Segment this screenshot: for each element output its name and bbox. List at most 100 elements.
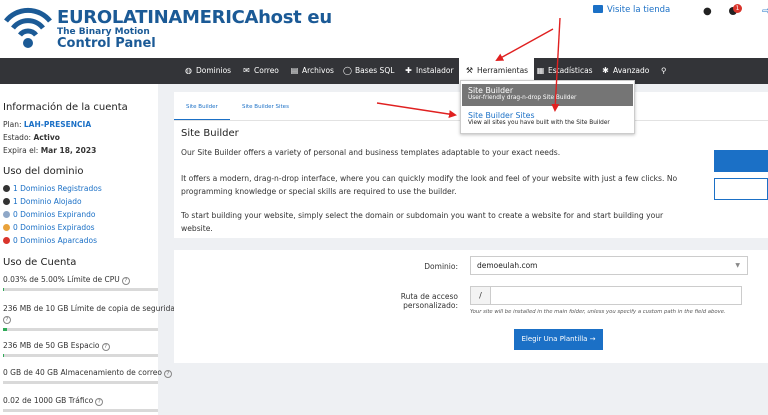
dropdown-item-title: Site Builder [468, 86, 514, 95]
nav-item-dominios[interactable]: ◍ Dominios [184, 58, 231, 84]
tools-dropdown-menu: Site Builder User-friendly drag-n-drop S… [460, 80, 635, 134]
tab-site-builder-sites[interactable]: Site Builder Sites [230, 92, 301, 119]
domains-expired-link[interactable]: 0 Dominios Expirados [3, 223, 95, 232]
page-title: Site Builder [181, 128, 239, 139]
nav-item-correo[interactable]: ✉ Correo [242, 58, 279, 84]
help-icon[interactable]: ? [163, 370, 172, 378]
path-label: Ruta de acceso personalizado: [400, 292, 458, 310]
usage-backup-bar [3, 328, 158, 331]
path-hint: Your site will be installed in the main … [470, 309, 726, 315]
visit-store-link[interactable]: Visite la tienda [593, 5, 670, 15]
domain-stat: 0 Dominios Aparcados [13, 236, 98, 245]
side-button-primary[interactable] [714, 150, 768, 172]
nav-label: Instalador [416, 66, 454, 75]
usage-heading: Uso de Cuenta [3, 257, 77, 268]
status-value: Activo [33, 133, 60, 142]
expiry-label: Expira el: [3, 146, 39, 155]
site-builder-form: Dominio: demoeulah.com ▼ Ruta de acceso … [174, 250, 768, 363]
database-icon: ◯ [343, 66, 352, 75]
nav-label: Dominios [196, 66, 232, 75]
bell-icon[interactable]: ● [703, 6, 712, 17]
dropdown-item-site-builder-sites[interactable]: Site Builder Sites View all sites you ha… [462, 109, 633, 131]
domains-expiring-link[interactable]: 0 Dominios Expirando [3, 210, 95, 219]
usage-traffic: 0.02 de 1000 GB Tráfico? [3, 396, 104, 406]
usage-bar-fill [3, 328, 7, 331]
help-icon[interactable]: ? [3, 316, 11, 324]
nav-item-bases-sql[interactable]: ◯ Bases SQL [343, 58, 394, 84]
globe-icon [3, 237, 10, 244]
help-icon[interactable]: ? [101, 343, 110, 351]
store-icon [593, 5, 603, 13]
search-icon[interactable]: ⚲ [661, 58, 667, 84]
brand-product: Control Panel [57, 36, 156, 51]
status-label: Estado: [3, 133, 32, 142]
domain-select[interactable]: demoeulah.com ▼ [470, 256, 748, 275]
features-paragraph: It offers a modern, drag-n-drop interfac… [181, 174, 678, 196]
domain-stat: 0 Dominios Expirando [13, 210, 96, 219]
usage-backup-help: ? [3, 314, 11, 324]
help-icon[interactable]: ? [121, 277, 130, 285]
usage-bar-fill [3, 354, 4, 357]
usage-traffic-bar [3, 409, 158, 412]
domain-stat: 0 Dominios Expirados [13, 223, 95, 232]
globe-icon: ◍ [185, 66, 192, 75]
domains-parked-link[interactable]: 0 Dominios Aparcados [3, 236, 97, 245]
dropdown-item-site-builder[interactable]: Site Builder User-friendly drag-n-drop S… [462, 84, 633, 106]
sidebar: Información de la cuenta Plan: LAH-PRESE… [0, 84, 180, 415]
brand-name: EUROLATINAMERICAhost eu [57, 7, 332, 28]
usage-label: 0.02 de 1000 GB Tráfico [3, 396, 94, 405]
domain-label: Dominio: [424, 262, 458, 271]
usage-label: 0 GB de 40 GB Almacenamiento de correo [3, 368, 162, 377]
nav-label: Herramientas [477, 66, 529, 75]
nav-label: Archivos [302, 66, 334, 75]
globe-icon [3, 185, 10, 192]
usage-label: 236 MB de 50 GB Espacio [3, 341, 100, 350]
main-nav: ◍ Dominios ✉ Correo ▤ Archivos ◯ Bases SQL ✚… [0, 58, 768, 84]
logout-icon[interactable]: ⇨ [762, 6, 768, 17]
domain-select-value: demoeulah.com [477, 261, 538, 270]
files-icon: ▤ [290, 66, 299, 75]
usage-cpu: 0.03% de 5.00% Límite de CPU? [3, 275, 130, 285]
domain-stat: 1 Dominio Alojado [13, 197, 82, 206]
dropdown-item-subtitle: User-friendly drag-n-drop Site Builder [468, 95, 577, 101]
usage-backup: 236 MB de 10 GB Límite de copia de segur… [3, 304, 180, 313]
domain-heading: Uso del dominio [3, 166, 84, 177]
plan-label: Plan: [3, 120, 22, 129]
wifi-logo-icon [4, 7, 52, 48]
visit-store-label: Visite la tienda [607, 5, 671, 15]
domains-registered-link[interactable]: 1 Dominios Registrados [3, 184, 102, 193]
status-row: Estado: Activo [3, 133, 60, 142]
nav-label: Avanzado [613, 66, 650, 75]
expiry-value: Mar 18, 2023 [40, 146, 97, 155]
nav-label: Bases SQL [355, 66, 395, 75]
usage-mail-bar [3, 381, 158, 384]
nav-label: Correo [254, 66, 279, 75]
nav-item-instalador[interactable]: ✚ Instalador [404, 58, 454, 84]
globe-icon [3, 198, 10, 205]
chevron-down-icon: ▼ [735, 262, 740, 269]
custom-path-field[interactable]: / [470, 286, 742, 305]
dropdown-item-title: Site Builder Sites [468, 111, 535, 120]
header: EUROLATINAMERICAhost eu The Binary Motio… [0, 0, 768, 58]
tab-site-builder[interactable]: Site Builder [174, 92, 230, 121]
instructions-paragraph: To start building your website, simply s… [181, 211, 664, 233]
envelope-icon: ✉ [243, 66, 250, 75]
plan-row: Plan: LAH-PRESENCIA [3, 120, 91, 129]
usage-label: 0.03% de 5.00% Límite de CPU [3, 275, 120, 284]
domains-hosted-link[interactable]: 1 Dominio Alojado [3, 197, 82, 206]
usage-mail: 0 GB de 40 GB Almacenamiento de correo? [3, 368, 172, 378]
side-button-secondary[interactable] [714, 178, 768, 200]
nav-item-archivos[interactable]: ▤ Archivos [290, 58, 334, 84]
help-icon[interactable]: ? [95, 398, 104, 406]
choose-template-button[interactable]: Elegir Una Plantilla → [514, 329, 603, 350]
usage-bar-fill [3, 288, 4, 291]
plan-value[interactable]: LAH-PRESENCIA [24, 120, 91, 129]
usage-cpu-bar [3, 288, 158, 291]
user-icon[interactable]: 1 [727, 4, 742, 17]
domain-stat: 1 Dominios Registrados [13, 184, 102, 193]
globe-icon [3, 211, 10, 218]
usage-space: 236 MB de 50 GB Espacio? [3, 341, 110, 351]
notification-badge: 1 [733, 4, 742, 13]
intro-paragraph: Our Site Builder offers a variety of per… [181, 148, 561, 157]
account-heading: Información de la cuenta [3, 102, 128, 113]
